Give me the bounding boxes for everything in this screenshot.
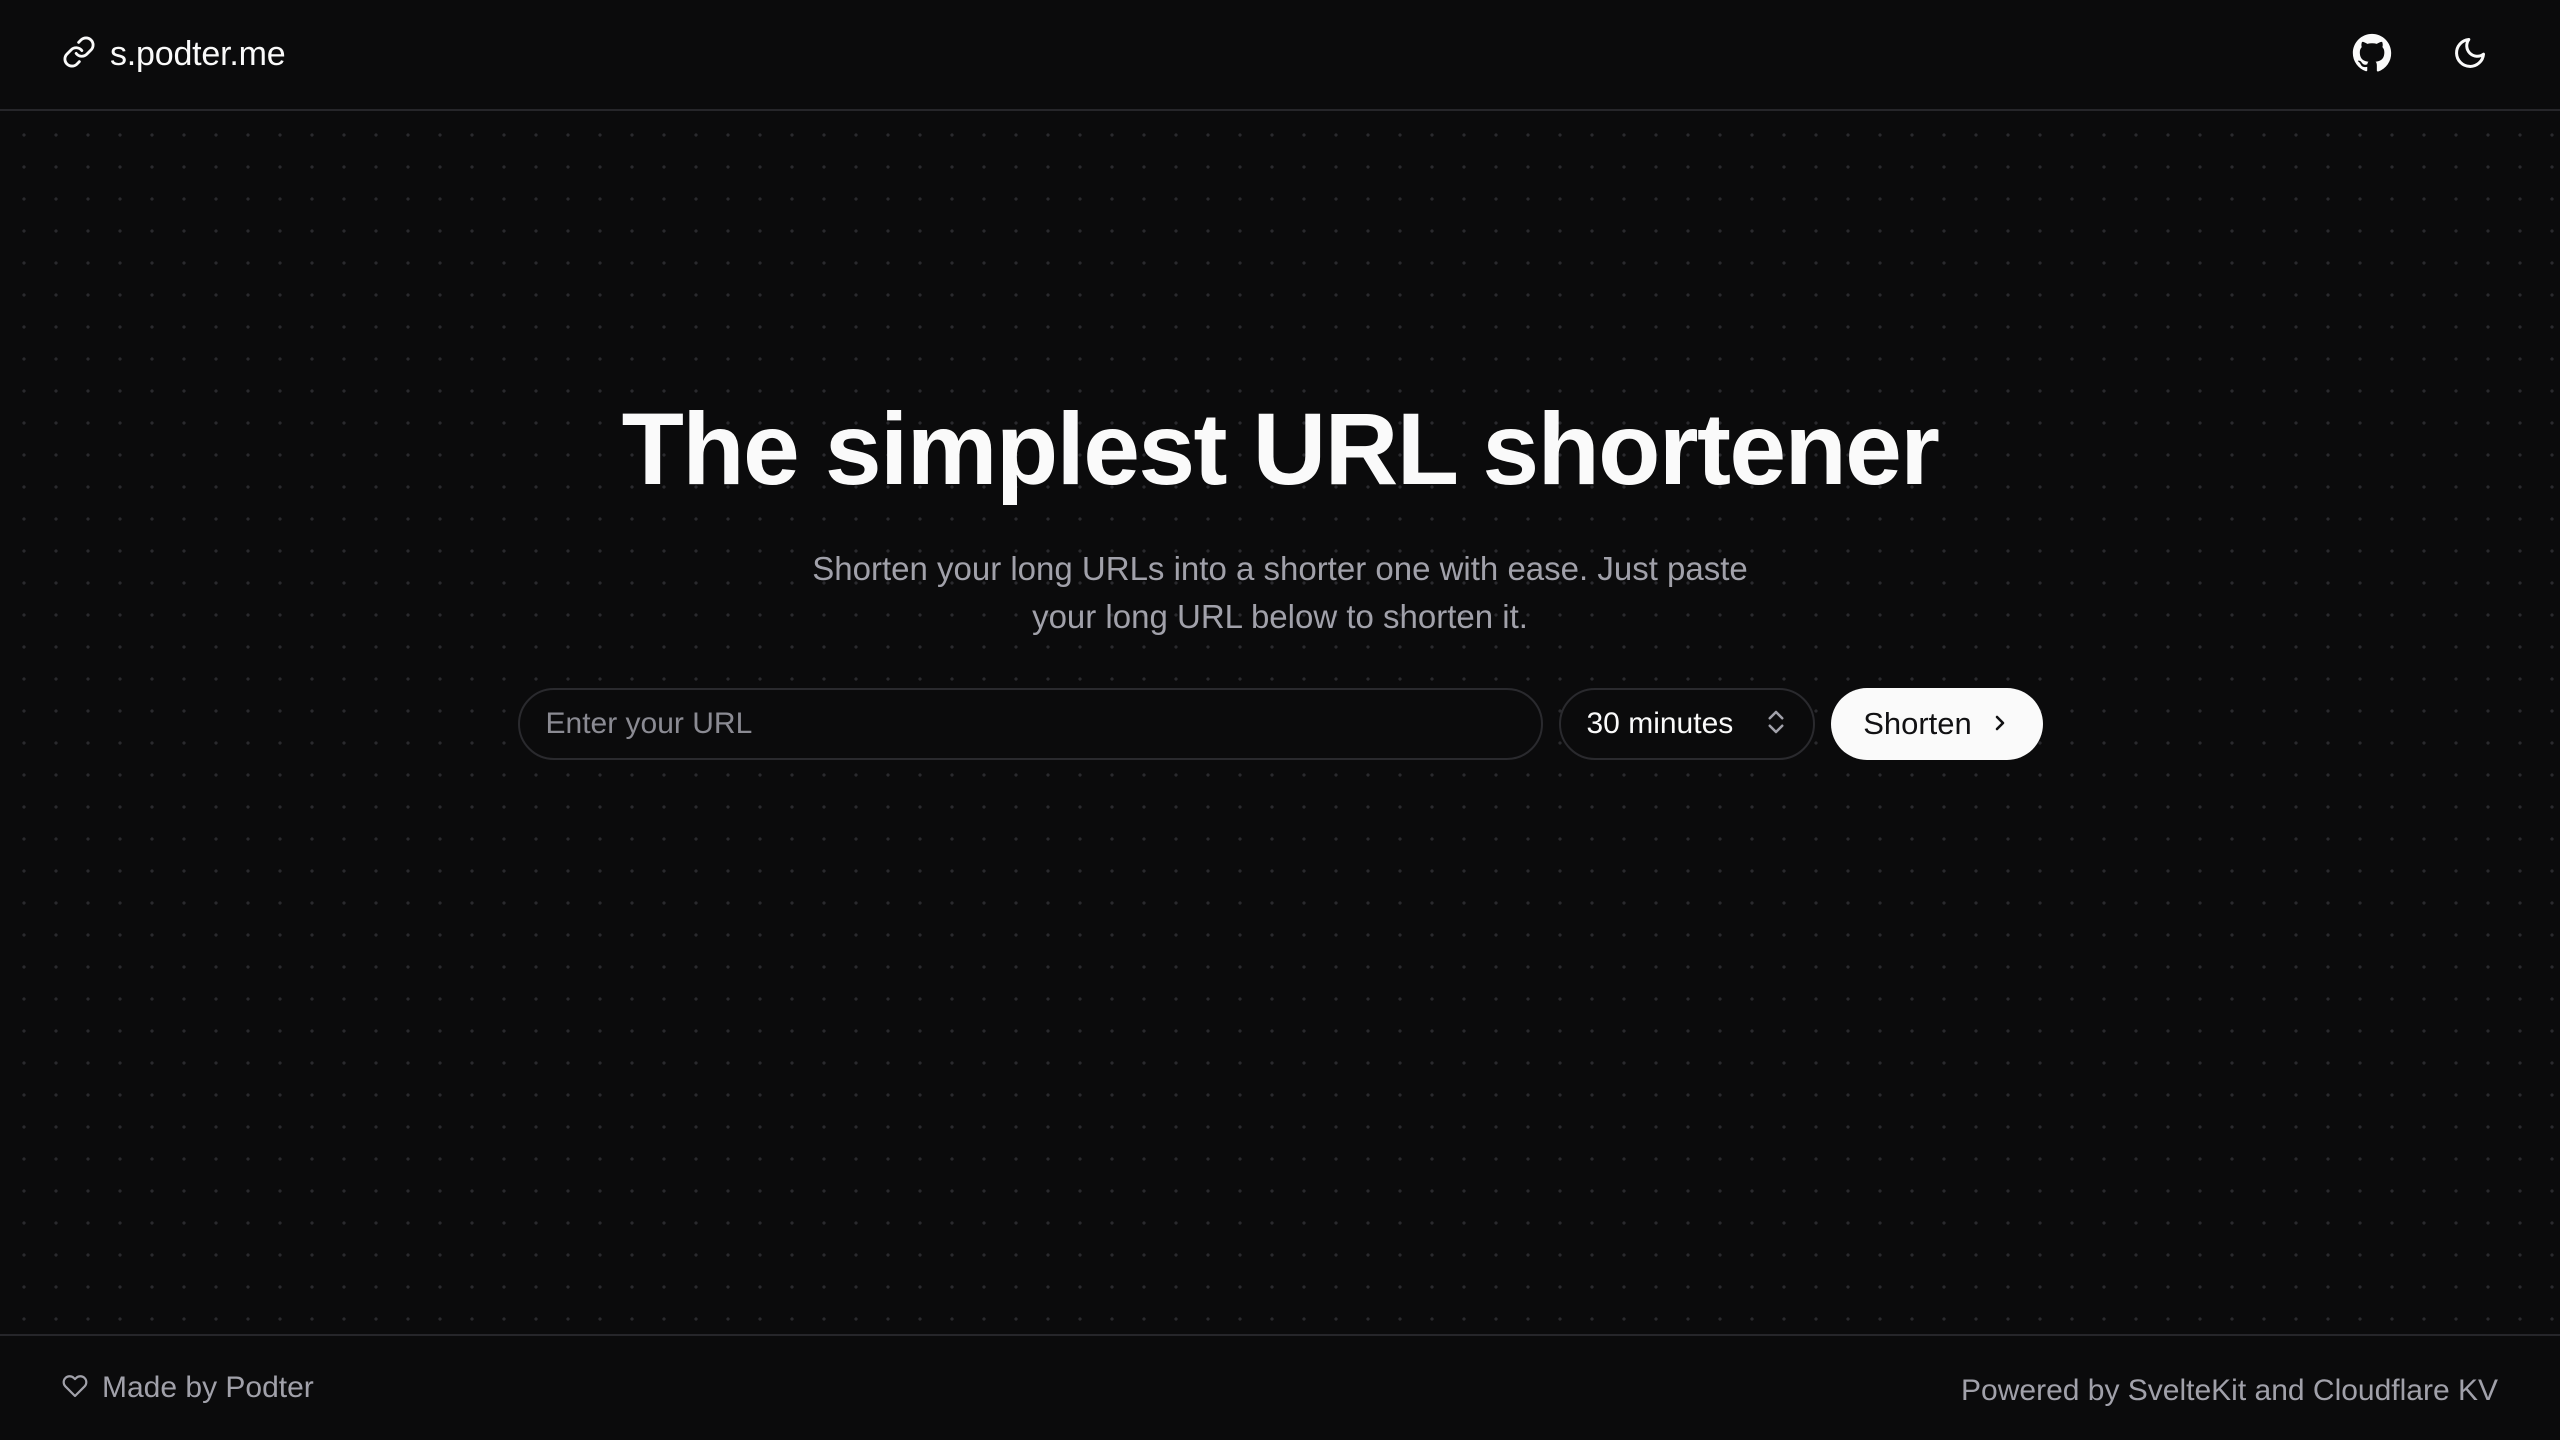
url-input[interactable] bbox=[517, 688, 1543, 761]
github-icon bbox=[2352, 33, 2392, 76]
hero-section: The simplest URL shortener Shorten your … bbox=[0, 111, 2560, 761]
duration-select[interactable]: 30 minutes bbox=[1558, 688, 1815, 761]
page-title: The simplest URL shortener bbox=[621, 392, 1940, 506]
shorten-button-label: Shorten bbox=[1863, 706, 1972, 742]
page-subtitle: Shorten your long URLs into a shorter on… bbox=[812, 550, 1748, 636]
heart-icon bbox=[62, 1373, 88, 1404]
link-icon bbox=[62, 35, 96, 74]
made-by: Made by Podter bbox=[62, 1371, 314, 1405]
site-header: s.podter.me bbox=[0, 0, 2560, 111]
duration-value: 30 minutes bbox=[1586, 707, 1734, 741]
moon-icon bbox=[2452, 35, 2488, 74]
chevrons-up-down-icon bbox=[1765, 707, 1787, 742]
site-footer: Made by Podter Powered by SvelteKit and … bbox=[0, 1334, 2560, 1440]
theme-toggle-button[interactable] bbox=[2442, 27, 2498, 83]
shorten-button[interactable]: Shorten bbox=[1830, 688, 2043, 761]
chevron-right-icon bbox=[1990, 711, 2010, 738]
app-root: s.podter.me The simplest URL shortener S… bbox=[0, 0, 2560, 1440]
made-by-link[interactable]: Made by Podter bbox=[102, 1371, 314, 1405]
header-actions bbox=[2344, 27, 2498, 83]
shorten-form: 30 minutes Shorten bbox=[517, 688, 2043, 761]
brand-name: s.podter.me bbox=[110, 35, 286, 73]
powered-by-link[interactable]: Powered by SvelteKit and Cloudflare KV bbox=[1961, 1374, 2498, 1408]
main-content: The simplest URL shortener Shorten your … bbox=[0, 111, 2560, 1334]
brand-link[interactable]: s.podter.me bbox=[62, 35, 286, 74]
github-button[interactable] bbox=[2344, 27, 2400, 83]
